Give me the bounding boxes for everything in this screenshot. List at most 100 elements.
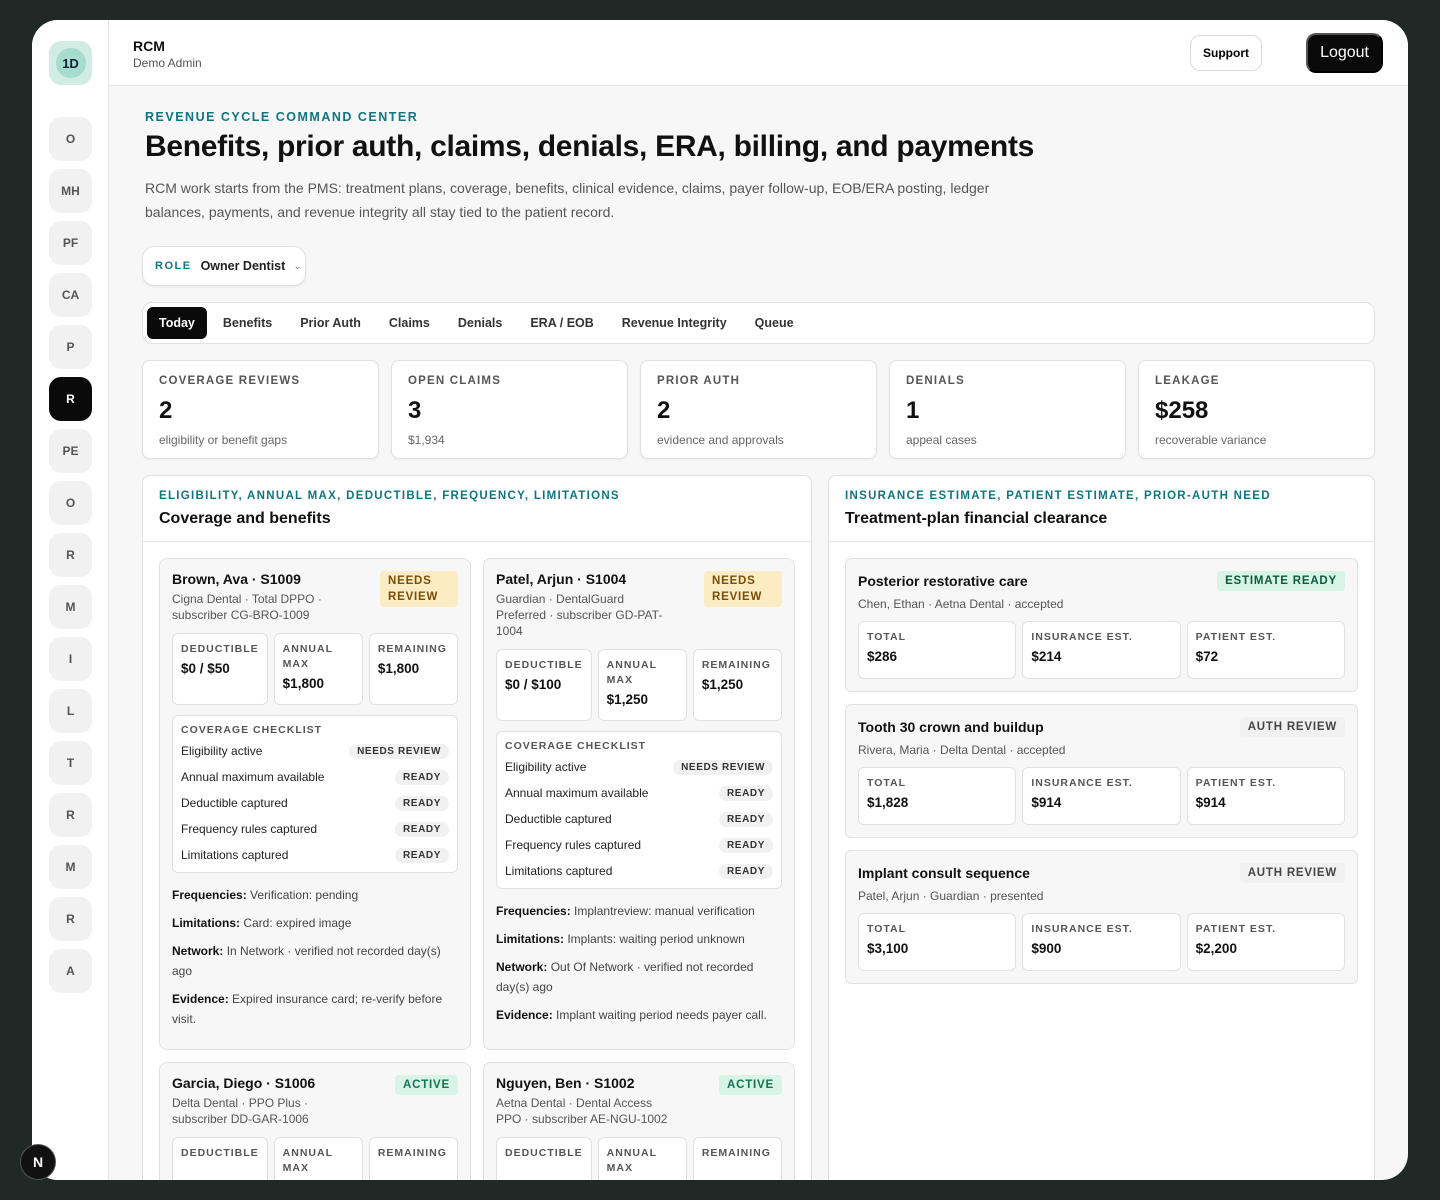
status-badge: ACTIVE xyxy=(395,1075,458,1095)
sidebar-item[interactable]: L xyxy=(49,689,92,733)
coverage-card[interactable]: Brown, Ava · S1009 Cigna Dental · Total D… xyxy=(159,558,471,1050)
amount-deductible: DEDUCTIBLE xyxy=(172,1137,268,1180)
amount-value: $72 xyxy=(1195,649,1219,664)
note-limitations: Limitations: Card: expired image xyxy=(172,913,458,933)
sidebar: 1D O MH PF CA P R PE O R M I L T R M R A xyxy=(32,20,109,1180)
sidebar-item[interactable]: I xyxy=(49,637,92,681)
amount-annual-max: ANNUAL MAX $1,800 xyxy=(273,633,363,705)
amount-annual-max: ANNUAL MAX xyxy=(273,1137,363,1180)
insurance-plan: Guardian · DentalGuard Preferred · subsc… xyxy=(496,592,663,638)
patient-name: Patel, Arjun · S1004 xyxy=(496,571,627,587)
stat-label: DENIALS xyxy=(906,375,965,387)
tab-item[interactable]: Queue xyxy=(743,307,806,339)
tab-item[interactable]: Benefits xyxy=(211,307,284,339)
stat-label: PRIOR AUTH xyxy=(657,375,741,387)
coverage-card[interactable]: Garcia, Diego · S1006 Delta Dental · PPO … xyxy=(159,1062,471,1180)
sidebar-item[interactable]: CA xyxy=(49,273,92,317)
benefit-amounts: DEDUCTIBLE ANNUAL MAX REMAINING xyxy=(496,1137,783,1180)
estimates-eyebrow: INSURANCE ESTIMATE, PATIENT ESTIMATE, PR… xyxy=(845,490,1271,502)
status-badge: NEEDS REVIEW xyxy=(704,571,782,607)
main-content: REVENUE CYCLE COMMAND CENTER Benefits, p… xyxy=(109,86,1408,1180)
tab-item[interactable]: Denials xyxy=(446,307,514,339)
stat-subtext: eligibility or benefit gaps xyxy=(159,433,288,447)
section-tabs: Today Benefits Prior Auth Claims Denials ERA … xyxy=(142,302,1375,344)
estimate-patient: PATIENT EST. $2,200 xyxy=(1186,913,1345,971)
estimate-card[interactable]: Implant consult sequence AUTH REVIEW Patel… xyxy=(845,850,1358,984)
app-logo[interactable]: 1D xyxy=(49,41,92,85)
estimate-insurance: INSURANCE EST. $214 xyxy=(1022,621,1181,679)
amount-value: $1,800 xyxy=(282,676,324,691)
sidebar-item[interactable]: R xyxy=(49,793,92,837)
status-badge: NEEDS REVIEW xyxy=(380,571,458,607)
note-frequencies: Frequencies: Verification: pending xyxy=(172,885,458,905)
logout-button[interactable]: Logout xyxy=(1306,33,1383,73)
benefit-amounts: DEDUCTIBLE $0 / $50 ANNUAL MAX $1,800 REMAIN… xyxy=(172,633,459,705)
amount-label: INSURANCE EST. xyxy=(1031,923,1133,935)
amount-label: DEDUCTIBLE xyxy=(181,643,259,655)
amount-value: $1,828 xyxy=(867,795,909,810)
tab-item[interactable]: Claims xyxy=(377,307,442,339)
checklist-title: COVERAGE CHECKLIST xyxy=(505,740,647,752)
sidebar-item[interactable]: R xyxy=(49,897,92,941)
stat-card: COVERAGE REVIEWS 2 eligibility or benefit … xyxy=(142,360,379,459)
amount-value: $286 xyxy=(867,649,898,664)
patient-name: Brown, Ava · S1009 xyxy=(172,571,301,587)
estimates-title: Treatment-plan financial clearance xyxy=(845,510,1108,527)
sidebar-item[interactable]: PF xyxy=(49,221,92,265)
stat-value: 2 xyxy=(657,397,671,424)
support-button[interactable]: Support xyxy=(1190,35,1262,71)
checklist-status: NEEDS REVIEW xyxy=(349,743,449,759)
tab-item[interactable]: ERA / EOB xyxy=(518,307,605,339)
stat-subtext: evidence and approvals xyxy=(657,433,784,447)
insurance-plan: Aetna Dental · Dental Access PPO · subsc… xyxy=(496,1096,668,1126)
note-frequencies: Frequencies: Implantreview: manual verif… xyxy=(496,901,782,921)
dev-tools-badge[interactable]: N xyxy=(20,1144,56,1180)
sidebar-item[interactable]: M xyxy=(49,845,92,889)
checklist-row: Frequency rules captured READY xyxy=(181,816,449,842)
checklist-status: READY xyxy=(718,811,773,827)
tab-item[interactable]: Today xyxy=(147,307,207,339)
checklist-label: Eligibility active xyxy=(181,744,263,758)
amount-label: REMAINING xyxy=(377,643,447,655)
estimate-total: TOTAL $3,100 xyxy=(858,913,1017,971)
sidebar-item[interactable]: R xyxy=(49,377,92,421)
sidebar-item[interactable]: A xyxy=(49,949,92,993)
tab-item[interactable]: Prior Auth xyxy=(288,307,373,339)
stat-value: $258 xyxy=(1155,397,1209,424)
sidebar-item[interactable]: PE xyxy=(49,429,92,473)
sidebar-item[interactable]: T xyxy=(49,741,92,785)
estimates-panel: INSURANCE ESTIMATE, PATIENT ESTIMATE, PR… xyxy=(828,475,1375,1180)
amount-remaining: REMAINING $1,250 xyxy=(692,649,783,721)
coverage-card-info: Brown, Ava · S1009 Cigna Dental · Total D… xyxy=(172,571,352,623)
coverage-card[interactable]: Patel, Arjun · S1004 Guardian · DentalGua… xyxy=(483,558,795,1050)
sidebar-item[interactable]: O xyxy=(49,117,92,161)
amount-value: $0 / $100 xyxy=(505,677,562,692)
sidebar-item[interactable]: M xyxy=(49,585,92,629)
amount-label: ANNUAL MAX xyxy=(282,1147,333,1174)
checklist-label: Annual maximum available xyxy=(181,770,325,784)
benefit-amounts: DEDUCTIBLE ANNUAL MAX REMAINING xyxy=(172,1137,459,1180)
estimate-card[interactable]: Posterior restorative care ESTIMATE READY… xyxy=(845,558,1358,692)
coverage-checklist: COVERAGE CHECKLIST Eligibility active NEED… xyxy=(496,731,782,889)
sidebar-item[interactable]: P xyxy=(49,325,92,369)
status-badge: ACTIVE xyxy=(719,1075,782,1095)
amount-value: $2,200 xyxy=(1195,941,1237,956)
tab-item[interactable]: Revenue Integrity xyxy=(610,307,739,339)
sidebar-item[interactable]: O xyxy=(49,481,92,525)
coverage-card-info: Patel, Arjun · S1004 Guardian · DentalGua… xyxy=(496,571,676,639)
note-label: Frequencies: xyxy=(496,904,571,918)
coverage-card[interactable]: Nguyen, Ben · S1002 Aetna Dental · Dental… xyxy=(483,1062,795,1180)
sidebar-item[interactable]: R xyxy=(49,533,92,577)
amount-label: REMAINING xyxy=(701,659,771,671)
checklist-row: Eligibility active NEEDS REVIEW xyxy=(505,754,773,780)
role-selector[interactable]: ROLE Owner Dentist ⌄ xyxy=(142,246,306,286)
estimate-card[interactable]: Tooth 30 crown and buildup AUTH REVIEW Riv… xyxy=(845,704,1358,838)
estimate-subtitle: Patel, Arjun · Guardian · presented xyxy=(858,889,1044,903)
checklist-row: Limitations captured READY xyxy=(181,842,449,868)
checklist-label: Deductible captured xyxy=(505,812,612,826)
note-value: Implants: waiting period unknown xyxy=(567,932,745,946)
app-window: 1D O MH PF CA P R PE O R M I L T R M R A RCM Demo Admin … xyxy=(32,20,1408,1180)
sidebar-item[interactable]: MH xyxy=(49,169,92,213)
note-label: Frequencies: xyxy=(172,888,247,902)
amount-label: ANNUAL MAX xyxy=(606,659,657,686)
